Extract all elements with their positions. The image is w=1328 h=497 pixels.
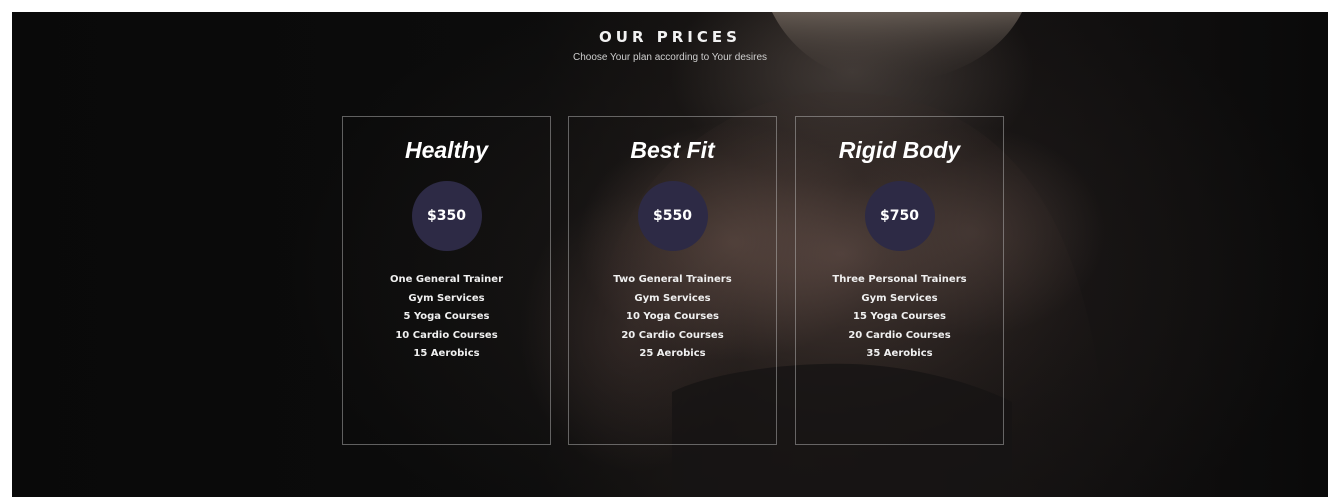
plan-card-healthy[interactable]: Healthy $350 One General Trainer Gym Ser… [342,116,551,445]
plan-card-best-fit[interactable]: Best Fit $550 Two General Trainers Gym S… [568,116,777,445]
feature-item: Gym Services [634,292,711,304]
plan-card-rigid-body[interactable]: Rigid Body $750 Three Personal Trainers … [795,116,1004,445]
feature-item: 10 Yoga Courses [626,311,719,322]
section-subtitle: Choose Your plan according to Your desir… [572,52,768,63]
feature-item: 35 Aerobics [866,348,933,359]
feature-list: Two General Trainers Gym Services 10 Yog… [569,271,776,364]
feature-item: 20 Cardio Courses [848,329,951,341]
feature-item: 25 Aerobics [639,348,706,359]
price-badge: $350 [411,181,482,251]
feature-list: One General Trainer Gym Services 5 Yoga … [343,271,550,364]
plan-name: Rigid Body [838,137,961,163]
section-header: OUR PRICES Choose Your plan according to… [12,28,1328,63]
feature-item: 5 Yoga Courses [403,311,490,322]
section-title: OUR PRICES [599,28,741,46]
plan-price: $550 [653,208,692,224]
feature-item: 15 Yoga Courses [853,311,946,322]
plan-name: Best Fit [630,137,715,163]
plan-price: $350 [427,208,466,224]
feature-item: 15 Aerobics [413,348,480,359]
feature-item: Gym Services [408,292,485,304]
feature-item: Gym Services [861,292,938,304]
feature-item: One General Trainer [389,274,504,285]
price-badge: $750 [864,181,935,251]
plan-price: $750 [880,208,919,224]
price-badge: $550 [637,181,708,251]
pricing-hero: OUR PRICES Choose Your plan according to… [12,12,1328,497]
feature-item: 20 Cardio Courses [621,329,724,341]
feature-item: 10 Cardio Courses [395,329,498,341]
plan-name: Healthy [404,137,489,163]
feature-item: Two General Trainers [613,274,732,285]
feature-list: Three Personal Trainers Gym Services 15 … [796,271,1003,364]
feature-item: Three Personal Trainers [832,274,967,285]
